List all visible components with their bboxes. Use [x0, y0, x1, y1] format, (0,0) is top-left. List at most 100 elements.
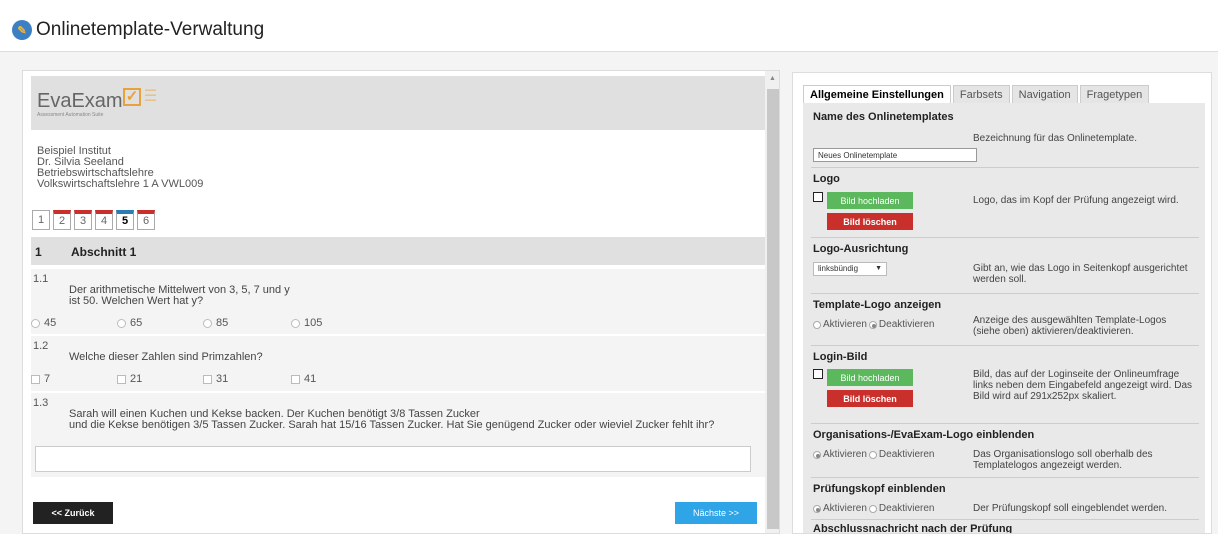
- page-tab-5[interactable]: 5: [116, 210, 134, 230]
- page-tab-6[interactable]: 6: [137, 210, 155, 230]
- divider: [811, 519, 1199, 520]
- divider: [811, 293, 1199, 294]
- radio-label: Deaktivieren: [878, 449, 935, 460]
- setting-heading-org-logo: Organisations-/EvaExam-Logo einblenden: [813, 429, 1035, 441]
- question-number: 1.3: [33, 397, 49, 409]
- divider: [811, 477, 1199, 478]
- template-preview: EvaExam ✓ — — — Assessment Automation Suit…: [22, 70, 780, 534]
- delete-logo-button[interactable]: Bild löschen: [827, 213, 913, 230]
- next-button[interactable]: Nächste >>: [675, 502, 757, 524]
- answer-option[interactable]: 85: [203, 317, 228, 329]
- upload-logo-button[interactable]: Bild hochladen: [827, 192, 913, 209]
- section-title: Abschnitt 1: [71, 245, 137, 259]
- setting-heading-exam-header: Prüfungskopf einblenden: [813, 483, 946, 495]
- setting-heading-name: Name des Onlinetemplates: [813, 111, 954, 123]
- setting-desc-exam-header: Der Prüfungskopf soll eingeblendet werde…: [973, 503, 1168, 514]
- tab-navigation[interactable]: Navigation: [1011, 85, 1078, 103]
- radio-label: Aktivieren: [823, 319, 867, 330]
- setting-desc-logo-align: Gibt an, wie das Logo in Seitenkopf ausg…: [973, 263, 1188, 285]
- setting-desc-org-logo: Das Organisationslogo soll oberhalb des …: [973, 449, 1153, 471]
- setting-heading-logo: Logo: [813, 173, 840, 185]
- address-line: Beispiel Institut: [37, 145, 111, 157]
- page-tab-4[interactable]: 4: [95, 210, 113, 230]
- tab-general-settings[interactable]: Allgemeine Einstellungen: [803, 85, 951, 103]
- checkbox[interactable]: [291, 374, 300, 384]
- question-text: Welche dieser Zahlen sind Primzahlen?: [69, 352, 263, 363]
- logo-checkbox[interactable]: [813, 192, 823, 202]
- setting-desc-login-image: Bild, das auf der Loginseite der Onlineu…: [973, 369, 1193, 402]
- divider: [811, 423, 1199, 424]
- question-1-1: 1.1 Der arithmetische Mittelwert von 3, …: [31, 269, 765, 334]
- radio-label: Aktivieren: [823, 449, 867, 460]
- logo-align-select[interactable]: linksbündig ▼: [813, 262, 887, 276]
- radio-button[interactable]: [31, 318, 40, 328]
- option-label: 41: [304, 373, 317, 385]
- setting-desc-template-logo: Anzeige des ausgewählten Template-Logos …: [973, 315, 1167, 337]
- setting-heading-login-image: Login-Bild: [813, 351, 868, 363]
- settings-panel: Allgemeine Einstellungen Farbsets Naviga…: [792, 72, 1212, 534]
- org-logo-radio-group: Aktivieren Deaktivieren: [813, 449, 935, 460]
- page-tab-2[interactable]: 2: [53, 210, 71, 230]
- logo-lines-icon: — — —: [145, 84, 156, 106]
- radio-label: Deaktivieren: [878, 503, 935, 514]
- address-line: Volkswirtschaftslehre 1 A VWL009: [37, 178, 204, 190]
- radio-deactivate[interactable]: [868, 504, 877, 513]
- page-tab-3[interactable]: 3: [74, 210, 92, 230]
- radio-label: Aktivieren: [823, 503, 867, 514]
- evaexam-logo: EvaExam: [37, 90, 123, 112]
- radio-activate[interactable]: [813, 504, 821, 513]
- preview-scrollbar[interactable]: ▲: [765, 71, 779, 533]
- answer-option[interactable]: 21: [117, 373, 142, 385]
- question-1-2: 1.2 Welche dieser Zahlen sind Primzahlen…: [31, 336, 765, 391]
- setting-heading-final-message: Abschlussnachricht nach der Prüfung: [813, 523, 1013, 534]
- question-number: 1.2: [33, 340, 49, 352]
- checkbox[interactable]: [117, 374, 126, 384]
- login-image-checkbox[interactable]: [813, 369, 823, 379]
- answer-option[interactable]: 65: [117, 317, 142, 329]
- page-navigation: 1 2 3 4 5 6: [32, 210, 155, 230]
- radio-label: Deaktivieren: [878, 319, 935, 330]
- question-text-line: ist 50. Welchen Wert hat y?: [69, 295, 204, 307]
- tab-question-types[interactable]: Fragetypen: [1079, 85, 1150, 103]
- question-text-line: Welche dieser Zahlen sind Primzahlen?: [69, 351, 263, 363]
- radio-activate[interactable]: [813, 320, 821, 329]
- option-label: 65: [130, 317, 143, 329]
- answer-option[interactable]: 41: [291, 373, 316, 385]
- divider: [811, 345, 1199, 346]
- section-header: 1 Abschnitt 1: [31, 237, 765, 265]
- back-button[interactable]: << Zurück: [33, 502, 113, 524]
- setting-heading-template-logo: Template-Logo anzeigen: [813, 299, 942, 311]
- option-label: 85: [216, 317, 229, 329]
- answer-option[interactable]: 105: [291, 317, 322, 329]
- option-label: 21: [130, 373, 143, 385]
- scroll-up-icon[interactable]: ▲: [769, 75, 776, 82]
- address-block: Beispiel Institut Dr. Silvia Seeland Bet…: [31, 137, 765, 197]
- general-settings-body: Name des Onlinetemplates Bezeichnung für…: [803, 103, 1205, 534]
- select-value: linksbündig: [818, 264, 859, 273]
- radio-activate[interactable]: [813, 450, 821, 459]
- answer-option[interactable]: 45: [31, 317, 56, 329]
- setting-desc-logo: Logo, das im Kopf der Prüfung angezeigt …: [973, 195, 1179, 206]
- radio-deactivate[interactable]: [868, 320, 877, 329]
- setting-heading-logo-align: Logo-Ausrichtung: [813, 243, 909, 255]
- template-name-input[interactable]: [813, 148, 977, 162]
- settings-tabs: Allgemeine Einstellungen Farbsets Naviga…: [803, 85, 1150, 103]
- radio-button[interactable]: [203, 318, 212, 328]
- radio-button[interactable]: [117, 318, 126, 328]
- delete-login-image-button[interactable]: Bild löschen: [827, 390, 913, 407]
- scroll-thumb[interactable]: [767, 89, 779, 529]
- page-tab-1[interactable]: 1: [32, 210, 50, 230]
- answer-option[interactable]: 31: [203, 373, 228, 385]
- logo-subtitle: Assessment Automation Suite: [37, 112, 104, 118]
- tab-color-sets[interactable]: Farbsets: [952, 85, 1010, 103]
- divider: [811, 167, 1199, 168]
- checkbox[interactable]: [31, 374, 40, 384]
- radio-button[interactable]: [291, 318, 300, 328]
- checkbox[interactable]: [203, 374, 212, 384]
- answer-textarea[interactable]: [35, 446, 751, 472]
- answer-option[interactable]: 7: [31, 373, 50, 385]
- option-label: 45: [44, 317, 57, 329]
- upload-login-image-button[interactable]: Bild hochladen: [827, 369, 913, 386]
- radio-deactivate[interactable]: [868, 450, 877, 459]
- question-text-line: und die Kekse benötigen 3/5 Tassen Zucke…: [69, 419, 715, 431]
